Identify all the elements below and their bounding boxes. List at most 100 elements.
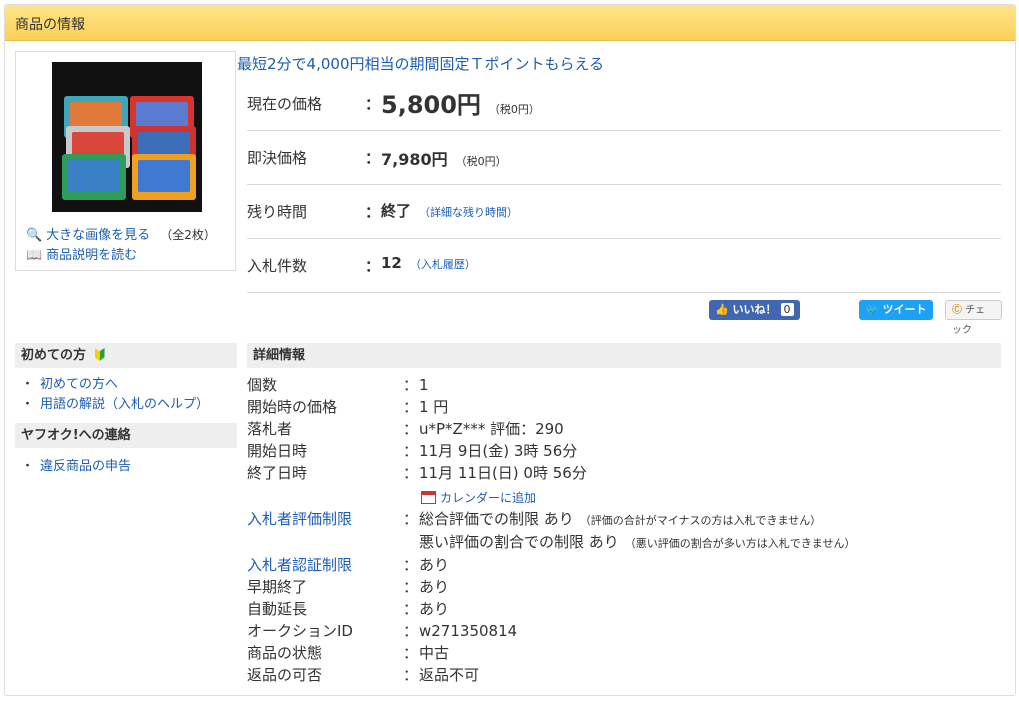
colon: ： xyxy=(403,376,419,394)
like-count: 0 xyxy=(780,303,794,316)
detail-value: あり xyxy=(419,600,450,618)
colon: ： xyxy=(403,510,419,528)
section-title: 商品の情報 xyxy=(15,17,85,33)
sidebar-heading-label: ヤフオク!への連絡 xyxy=(21,428,131,443)
product-thumbnail[interactable] xyxy=(52,62,202,212)
detail-heading: 詳細情報 xyxy=(247,343,1001,368)
mixi-check-button[interactable]: Ⓒ チェック xyxy=(945,300,1002,336)
detail-value: 1 xyxy=(419,376,429,394)
remaining-time-value-group: 終了 （詳細な残り時間） xyxy=(381,200,518,221)
calendar-label: カレンダーに追加 xyxy=(440,491,537,505)
t-point-promo-link[interactable]: 最短2分で4,000円相当の期間固定Ｔポイントもらえる xyxy=(237,53,604,74)
beginner-mark-icon xyxy=(94,348,105,361)
remaining-time-detail-link[interactable]: （詳細な残り時間） xyxy=(419,206,518,219)
tweet-button[interactable]: 🐦 ツイート xyxy=(859,300,933,320)
detail-value: 返品不可 xyxy=(419,666,480,684)
bid-history-link[interactable]: （入札履歴） xyxy=(410,258,476,271)
bullet: ・ xyxy=(21,397,35,412)
like-label: いいね！ xyxy=(732,303,777,316)
detail-value: 11月 9日(金) 3時 56分 xyxy=(419,442,578,460)
colon: ： xyxy=(365,257,381,275)
view-large-image-link[interactable]: 大きな画像を見る xyxy=(46,228,150,243)
detail-label: 自動延長 xyxy=(247,600,308,618)
colon: ： xyxy=(365,149,381,167)
rating-limit-bad-ratio: 悪い評価の割合での制限 あり xyxy=(419,533,619,551)
image-box: 🔍 大きな画像を見る （全2枚） 📖 商品説明を読む xyxy=(15,51,236,271)
buyout-price-row: 即決価格 ： 7,980円 （税0円） xyxy=(247,131,1001,185)
colon: ： xyxy=(365,203,381,221)
detail-label: オークションID xyxy=(247,622,353,640)
add-to-calendar-link[interactable]: カレンダーに追加 xyxy=(421,489,536,506)
rating-limit-note: （評価の合計がマイナスの方は入札できません） xyxy=(579,514,822,527)
colon: ： xyxy=(403,464,419,482)
tweet-label: ツイート xyxy=(882,303,927,316)
detail-value: 1 円 xyxy=(419,398,449,416)
current-price-label: 現在の価格 xyxy=(247,95,323,113)
current-price-row: 現在の価格 ： 5,800円 （税0円） xyxy=(247,77,1001,131)
glossary-help-link[interactable]: 用語の解説（入札のヘルプ） xyxy=(40,397,209,412)
detail-label: 商品の状態 xyxy=(247,644,323,662)
current-price-value-group: 5,800円 （税0円） xyxy=(381,85,540,120)
sidebar-item-report: ・違反商品の申告 xyxy=(21,455,131,474)
thumbs-up-icon: 👍 xyxy=(715,303,729,316)
remaining-time-row: 残り時間 ： 終了 （詳細な残り時間） xyxy=(247,185,1001,239)
rating-limit-total: 総合評価での制限 あり xyxy=(419,510,574,528)
colon: ： xyxy=(403,398,419,416)
cartridge-image xyxy=(132,154,196,200)
bullet: ・ xyxy=(21,377,35,392)
view-large-image-row: 🔍 大きな画像を見る （全2枚） xyxy=(26,224,216,243)
bid-count-label: 入札件数 xyxy=(247,257,308,275)
remaining-time-value: 終了 xyxy=(381,202,412,220)
detail-value: 11月 11日(日) 0時 56分 xyxy=(419,464,587,482)
item-info-panel: 商品の情報 🔍 大きな画像を見る （全2枚） 📖 商品説明を読む 最短2分で4,… xyxy=(4,4,1016,696)
colon: ： xyxy=(365,95,381,113)
book-icon: 📖 xyxy=(26,248,43,263)
colon: ： xyxy=(403,420,419,438)
magnifier-icon: 🔍 xyxy=(26,228,43,243)
detail-value: 総合評価での制限 あり （評価の合計がマイナスの方は入札できません） xyxy=(419,509,821,531)
detail-label: 終了日時 xyxy=(247,464,308,482)
rating-limit-note: （悪い評価の割合が多い方は入札できません） xyxy=(624,537,856,550)
current-price-value: 5,800円 xyxy=(381,91,481,119)
detail-value: w271350814 xyxy=(419,622,518,640)
calendar-icon xyxy=(421,491,436,504)
cartridge-image xyxy=(62,154,126,200)
detail-label: 早期終了 xyxy=(247,578,308,596)
bullet: ・ xyxy=(21,459,35,474)
image-count: （全2枚） xyxy=(160,228,216,242)
buyout-price-value-group: 7,980円 （税0円） xyxy=(381,146,507,170)
buyout-price-tax: （税0円） xyxy=(455,155,507,168)
twitter-bird-icon: 🐦 xyxy=(865,303,879,316)
detail-label: 返品の可否 xyxy=(247,666,323,684)
colon: ： xyxy=(403,622,419,640)
detail-value: u*P*Z*** 評価：290 xyxy=(419,420,564,438)
sidebar-item-beginners: ・初めての方へ xyxy=(21,373,118,392)
sidebar-heading-contact: ヤフオク!への連絡 xyxy=(15,423,237,448)
read-description-link[interactable]: 商品説明を読む xyxy=(46,248,137,263)
beginners-guide-link[interactable]: 初めての方へ xyxy=(40,377,118,392)
colon: ： xyxy=(403,666,419,684)
verify-limit-link[interactable]: 入札者認証制限 xyxy=(247,555,352,575)
detail-label: 個数 xyxy=(247,376,278,394)
facebook-like-button[interactable]: 👍 いいね！ 0 xyxy=(709,300,800,320)
current-price-tax: （税0円） xyxy=(488,103,540,116)
report-violation-link[interactable]: 違反商品の申告 xyxy=(40,459,131,474)
rating-limit-link[interactable]: 入札者評価制限 xyxy=(247,509,352,529)
mixi-icon: Ⓒ xyxy=(952,305,962,316)
remaining-time-label: 残り時間 xyxy=(247,203,308,221)
detail-value: あり xyxy=(419,556,450,574)
detail-label: 開始時の価格 xyxy=(247,398,338,416)
bid-count-value: 12 xyxy=(381,254,402,272)
bid-count-value-group: 12 （入札履歴） xyxy=(381,254,476,272)
detail-value: 悪い評価の割合での制限 あり （悪い評価の割合が多い方は入札できません） xyxy=(419,532,855,554)
buyout-price-value: 7,980円 xyxy=(381,150,448,169)
section-header: 商品の情報 xyxy=(5,5,1015,41)
sidebar-heading-label: 初めての方 xyxy=(21,348,87,363)
detail-label: 落札者 xyxy=(247,420,293,438)
read-description-row: 📖 商品説明を読む xyxy=(26,244,137,263)
sidebar-item-glossary: ・用語の解説（入札のヘルプ） xyxy=(21,393,209,412)
detail-label: 開始日時 xyxy=(247,442,308,460)
bid-count-row: 入札件数 ： 12 （入札履歴） xyxy=(247,239,1001,293)
colon: ： xyxy=(403,600,419,618)
colon: ： xyxy=(403,556,419,574)
